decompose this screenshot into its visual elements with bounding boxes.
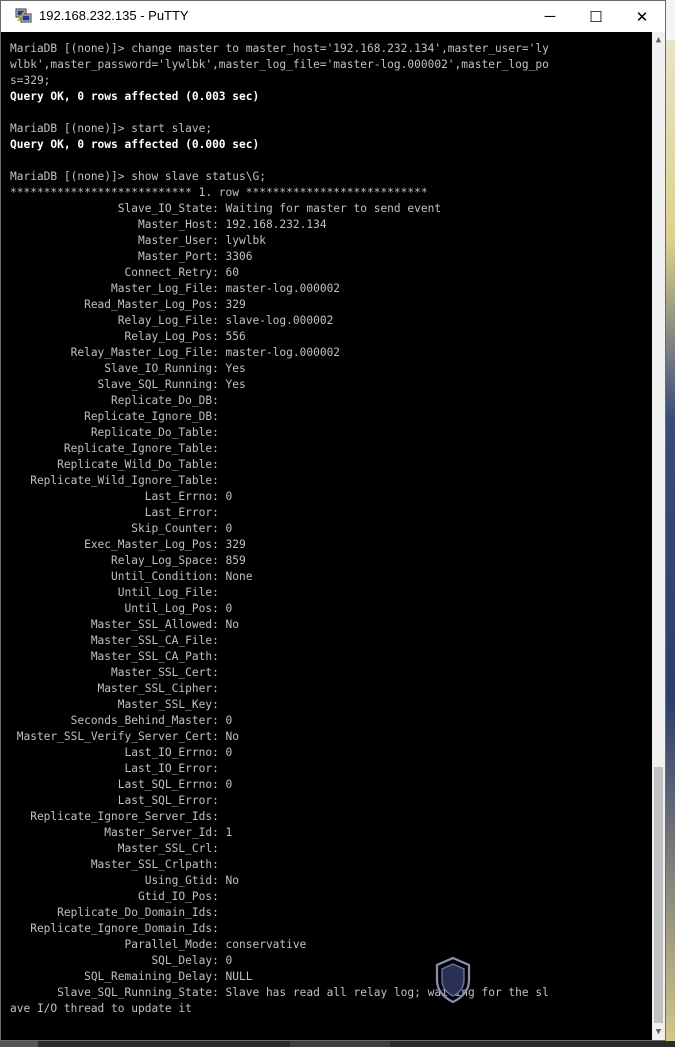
terminal-line: Master_User: lywlbk: [10, 234, 266, 247]
terminal-line: Master_Log_File: master-log.000002: [10, 282, 341, 295]
terminal-line: Connect_Retry: 60: [10, 266, 240, 279]
terminal-line: Query OK, 0 rows affected (0.003 sec): [10, 90, 260, 103]
terminal-line: Slave_IO_Running: Yes: [10, 362, 246, 375]
terminal-line: Last_SQL_Error:: [10, 794, 226, 807]
terminal-line: s=329;: [10, 74, 51, 87]
terminal-line: Replicate_Ignore_Table:: [10, 442, 226, 455]
terminal-line: *************************** 1. row *****…: [10, 186, 428, 199]
terminal-line: Replicate_Do_Domain_Ids:: [10, 906, 226, 919]
terminal-line: Replicate_Wild_Do_Table:: [10, 458, 226, 471]
scroll-down-arrow-icon[interactable]: ▼: [652, 1024, 665, 1040]
terminal-line: Replicate_Ignore_DB:: [10, 410, 226, 423]
terminal-line: Master_SSL_Cert:: [10, 666, 226, 679]
terminal-line: Replicate_Do_Table:: [10, 426, 226, 439]
terminal-line: Master_SSL_Key:: [10, 698, 226, 711]
terminal-line: Slave_IO_State: Waiting for master to se…: [10, 202, 442, 215]
scrollbar-thumb[interactable]: [654, 767, 663, 1023]
taskbar-button[interactable]: [290, 1041, 390, 1047]
terminal-line: Last_IO_Error:: [10, 762, 226, 775]
terminal-line: Master_SSL_Crl:: [10, 842, 226, 855]
terminal-line: Master_SSL_Cipher:: [10, 682, 226, 695]
terminal-line: wlbk',master_password='lywlbk',master_lo…: [10, 58, 549, 71]
terminal-line: Relay_Log_Space: 859: [10, 554, 246, 567]
terminal-line: Master_SSL_Verify_Server_Cert: No: [10, 730, 240, 743]
taskbar-button[interactable]: [0, 1041, 38, 1047]
terminal-line: Relay_Log_Pos: 556: [10, 330, 246, 343]
terminal-line: SQL_Remaining_Delay: NULL: [10, 970, 253, 983]
window-title: 192.168.232.135 - PuTTY: [39, 8, 189, 23]
shield-icon: [435, 956, 471, 1004]
terminal-line: Parallel_Mode: conservative: [10, 938, 307, 951]
terminal-line: Relay_Log_File: slave-log.000002: [10, 314, 334, 327]
terminal-line: Replicate_Ignore_Server_Ids:: [10, 810, 226, 823]
terminal-line: Master_Server_Id: 1: [10, 826, 233, 839]
terminal-line: Read_Master_Log_Pos: 329: [10, 298, 246, 311]
minimize-icon: ─: [544, 8, 556, 25]
scroll-up-arrow-icon[interactable]: ▲: [652, 32, 665, 48]
maximize-icon: ☐: [589, 8, 603, 26]
terminal-line: Last_Error:: [10, 506, 226, 519]
terminal-line: Master_Port: 3306: [10, 250, 253, 263]
desktop-background-right: [665, 0, 675, 1047]
terminal-line: Seconds_Behind_Master: 0: [10, 714, 233, 727]
terminal-line: Last_IO_Errno: 0: [10, 746, 233, 759]
close-icon: ✕: [635, 8, 649, 26]
terminal-line: Until_Condition: None: [10, 570, 253, 583]
terminal-line: Master_SSL_Allowed: No: [10, 618, 240, 631]
terminal-line: Master_Host: 192.168.232.134: [10, 218, 327, 231]
close-button[interactable]: ✕: [619, 1, 665, 32]
terminal-line: MariaDB [(none)]> show slave status\G;: [10, 170, 266, 183]
terminal-line: Slave_SQL_Running: Yes: [10, 378, 246, 391]
terminal-line: Replicate_Wild_Ignore_Table:: [10, 474, 226, 487]
terminal-line: Master_SSL_Crlpath:: [10, 858, 226, 871]
terminal-line: Master_SSL_CA_Path:: [10, 650, 226, 663]
terminal-line: ave I/O thread to update it: [10, 1002, 192, 1015]
minimize-button[interactable]: ─: [527, 1, 573, 32]
terminal-line: Relay_Master_Log_File: master-log.000002: [10, 346, 341, 359]
terminal-line: Skip_Counter: 0: [10, 522, 233, 535]
terminal-line: Using_Gtid: No: [10, 874, 240, 887]
terminal-line: SQL_Delay: 0: [10, 954, 233, 967]
terminal-line: Master_SSL_CA_File:: [10, 634, 226, 647]
terminal-line: Last_Errno: 0: [10, 490, 233, 503]
terminal-line: Last_SQL_Errno: 0: [10, 778, 233, 791]
terminal-line: Replicate_Ignore_Domain_Ids:: [10, 922, 226, 935]
putty-window[interactable]: 192.168.232.135 - PuTTY ─ ☐ ✕ MariaDB [(…: [0, 0, 666, 1041]
title-bar[interactable]: 192.168.232.135 - PuTTY ─ ☐ ✕: [1, 1, 665, 32]
maximize-button[interactable]: ☐: [573, 1, 619, 32]
terminal-line: Until_Log_File:: [10, 586, 226, 599]
putty-icon[interactable]: [15, 8, 33, 24]
terminal-line: MariaDB [(none)]> change master to maste…: [10, 42, 549, 55]
terminal-line: Replicate_Do_DB:: [10, 394, 226, 407]
terminal-line: Gtid_IO_Pos:: [10, 890, 226, 903]
terminal-output[interactable]: MariaDB [(none)]> change master to maste…: [10, 41, 651, 1036]
terminal-line: Query OK, 0 rows affected (0.000 sec): [10, 138, 260, 151]
terminal-line: MariaDB [(none)]> start slave;: [10, 122, 213, 135]
terminal-line: Until_Log_Pos: 0: [10, 602, 233, 615]
vertical-scrollbar[interactable]: ▲ ▼: [652, 32, 665, 1040]
terminal-line: Exec_Master_Log_Pos: 329: [10, 538, 246, 551]
terminal-line: Slave_SQL_Running_State: Slave has read …: [10, 986, 549, 999]
